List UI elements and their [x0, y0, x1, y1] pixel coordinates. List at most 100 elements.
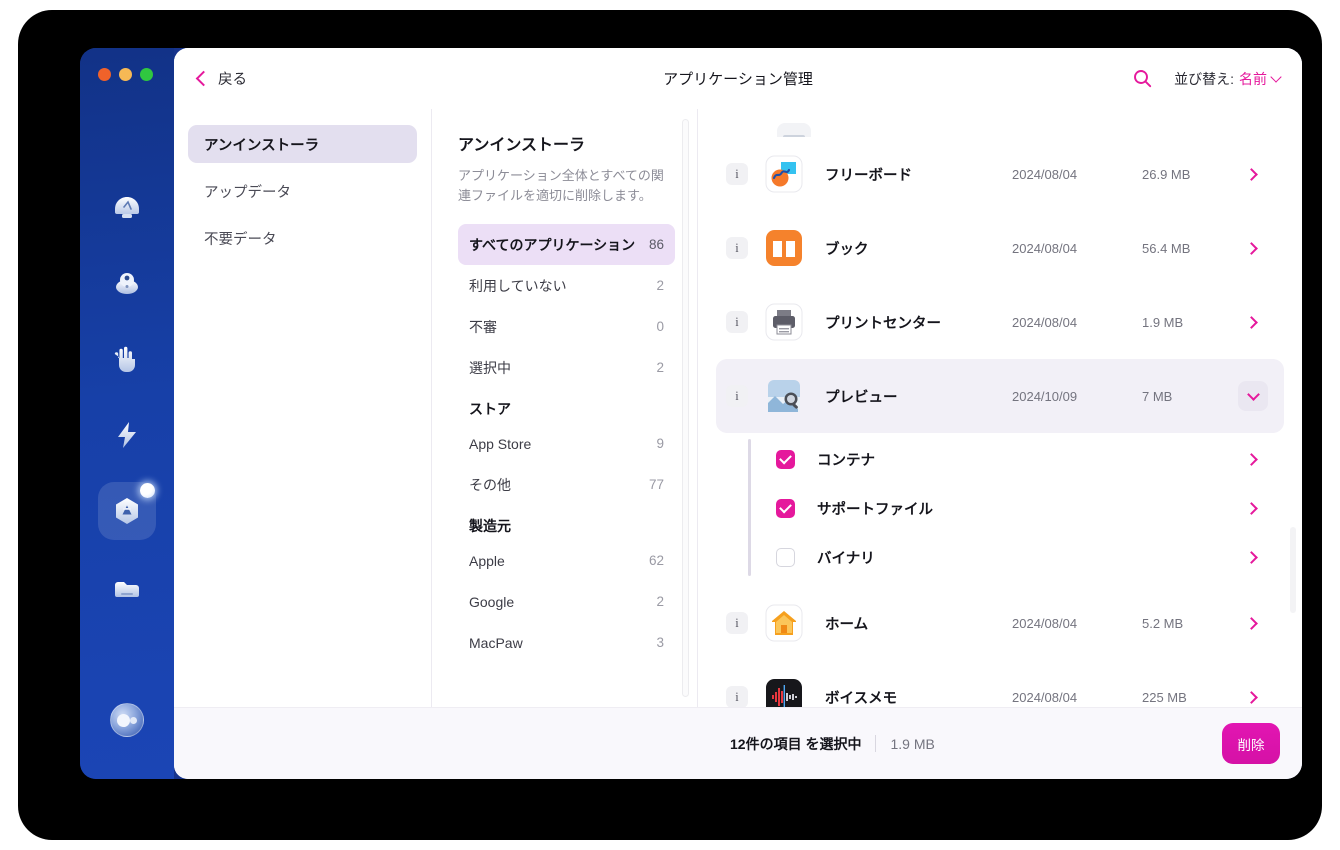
- app-date: 2024/08/04: [1012, 689, 1078, 705]
- app-icon-partial: [775, 121, 813, 137]
- rail-item-protection[interactable]: [98, 330, 156, 388]
- chevron-down-icon[interactable]: [1238, 381, 1268, 411]
- titlebar-actions: 並び替え: 名前: [1133, 69, 1282, 89]
- app-size: 26.9 MB: [1142, 166, 1191, 182]
- filter-group-vendor: 製造元: [469, 518, 511, 535]
- chevron-right-icon[interactable]: [1238, 682, 1268, 707]
- back-label: 戻る: [218, 72, 247, 88]
- app-name: プリントセンター: [825, 315, 941, 332]
- rail-item-performance[interactable]: [98, 406, 156, 464]
- freeform-icon: [765, 155, 803, 193]
- filter-pane-scrollbar[interactable]: [682, 119, 689, 697]
- app-name: プレビュー: [825, 389, 898, 406]
- app-list-pane: i フリーボード 2024/08/04 26.9 MB i ブック 2024/0…: [698, 109, 1302, 707]
- filter-count: 2: [656, 594, 664, 610]
- sub-item-row[interactable]: バイナリ: [744, 533, 1284, 582]
- chevron-right-icon[interactable]: [1238, 445, 1268, 475]
- books-icon: [765, 229, 803, 267]
- sort-dropdown[interactable]: 並び替え: 名前: [1174, 69, 1282, 89]
- sub-item-row[interactable]: コンテナ: [744, 435, 1284, 484]
- sidebar-rail: [80, 48, 174, 779]
- app-size: 1.9 MB: [1142, 314, 1184, 330]
- panes: アンインストーラ アップデータ 不要データ アンインストーラ アプリケーション全…: [174, 109, 1302, 707]
- table-row[interactable]: i ブック 2024/08/04 56.4 MB: [716, 211, 1284, 285]
- minimize-window-button[interactable]: [119, 68, 132, 81]
- filter-vendor-google[interactable]: Google 2: [458, 581, 675, 622]
- chevron-right-icon[interactable]: [1238, 608, 1268, 638]
- protection-icon: [109, 341, 145, 377]
- zoom-window-button[interactable]: [140, 68, 153, 81]
- filter-unused[interactable]: 利用していない 2: [458, 265, 675, 306]
- search-icon[interactable]: [1133, 69, 1152, 88]
- back-button[interactable]: 戻る: [195, 68, 247, 89]
- filter-label: MacPaw: [469, 634, 523, 651]
- filter-vendor-apple[interactable]: Apple 62: [458, 540, 675, 581]
- filter-pane-description: アプリケーション全体とすべての関連ファイルを適切に削除します。: [458, 168, 664, 204]
- chevron-right-icon[interactable]: [1238, 543, 1268, 573]
- filter-suspicious[interactable]: 不審 0: [458, 306, 675, 347]
- delete-button[interactable]: 削除: [1222, 723, 1280, 764]
- filter-count: 86: [648, 237, 664, 253]
- sub-item-row[interactable]: サポートファイル: [744, 484, 1284, 533]
- cleanup-icon: [109, 265, 145, 301]
- filter-all-applications[interactable]: すべてのアプリケーション 86: [458, 224, 675, 266]
- assistant-orb-icon[interactable]: [110, 703, 144, 737]
- module-nav: アンインストーラ アップデータ 不要データ: [174, 109, 432, 707]
- rail-item-my-clutter[interactable]: [98, 558, 156, 616]
- rail-item-smart-care[interactable]: [98, 178, 156, 236]
- divider: [875, 735, 877, 752]
- info-button[interactable]: i: [726, 385, 748, 407]
- app-name: ホーム: [825, 616, 869, 633]
- filter-app-store[interactable]: App Store 9: [458, 423, 675, 464]
- checkbox-checked-icon[interactable]: [776, 499, 795, 518]
- table-row[interactable]: i ボイスメモ 2024/08/04 225 MB: [716, 660, 1284, 707]
- close-window-button[interactable]: [98, 68, 111, 81]
- app-list-scrollbar[interactable]: [1290, 527, 1296, 613]
- app-date: 2024/10/09: [1012, 388, 1078, 404]
- filter-selected[interactable]: 選択中 2: [458, 347, 675, 388]
- filter-label: 利用していない: [469, 277, 567, 294]
- sort-value: 名前: [1239, 70, 1267, 87]
- selection-size: 1.9 MB: [890, 735, 935, 752]
- app-size: 5.2 MB: [1142, 615, 1184, 631]
- module-item-uninstaller[interactable]: アンインストーラ: [188, 125, 417, 163]
- rail-item-cleanup[interactable]: [98, 254, 156, 312]
- table-row[interactable]: i ホーム 2024/08/04 5.2 MB: [716, 586, 1284, 660]
- filter-label: すべてのアプリケーション: [469, 236, 636, 253]
- chevron-right-icon[interactable]: [1238, 159, 1268, 189]
- info-button[interactable]: i: [726, 237, 748, 259]
- filter-other-store[interactable]: その他 77: [458, 464, 675, 505]
- info-button[interactable]: i: [726, 686, 748, 707]
- table-row[interactable]: i プリントセンター 2024/08/04 1.9 MB: [716, 285, 1284, 359]
- sort-label: 並び替え:: [1174, 70, 1234, 87]
- table-row-partial[interactable]: [716, 109, 1284, 137]
- chevron-right-icon[interactable]: [1238, 494, 1268, 524]
- rail-item-applications[interactable]: [98, 482, 156, 540]
- table-row[interactable]: i フリーボード 2024/08/04 26.9 MB: [716, 137, 1284, 211]
- info-button[interactable]: i: [726, 311, 748, 333]
- module-item-label: アンインストーラ: [204, 137, 320, 154]
- filter-label: App Store: [469, 435, 532, 452]
- module-item-leftovers[interactable]: 不要データ: [188, 219, 417, 257]
- rail-bottom[interactable]: [80, 703, 174, 737]
- checkbox-checked-icon[interactable]: [776, 450, 795, 469]
- info-button[interactable]: i: [726, 163, 748, 185]
- footer-bar: 12件の項目 を選択中 1.9 MB 削除: [174, 707, 1302, 779]
- sub-items-rail: [748, 439, 751, 576]
- chevron-right-icon[interactable]: [1238, 233, 1268, 263]
- chevron-down-icon: [1270, 70, 1282, 83]
- sub-item-label: サポートファイル: [817, 502, 933, 518]
- info-button[interactable]: i: [726, 612, 748, 634]
- filter-label: その他: [469, 476, 511, 493]
- sub-items-group: コンテナ サポートファイル バイナリ: [716, 435, 1284, 582]
- filter-vendor-macpaw[interactable]: MacPaw 3: [458, 622, 675, 663]
- filter-group-store: ストア: [469, 401, 511, 418]
- checkbox-unchecked-icon[interactable]: [776, 548, 795, 567]
- table-row-selected[interactable]: i プレビュー 2024/10/09 7 MB: [716, 359, 1284, 433]
- filter-count: 77: [648, 477, 664, 493]
- module-item-updater[interactable]: アップデータ: [188, 172, 417, 210]
- printcenter-icon: [765, 303, 803, 341]
- my-clutter-icon: [109, 569, 145, 605]
- app-date: 2024/08/04: [1012, 166, 1078, 182]
- chevron-right-icon[interactable]: [1238, 307, 1268, 337]
